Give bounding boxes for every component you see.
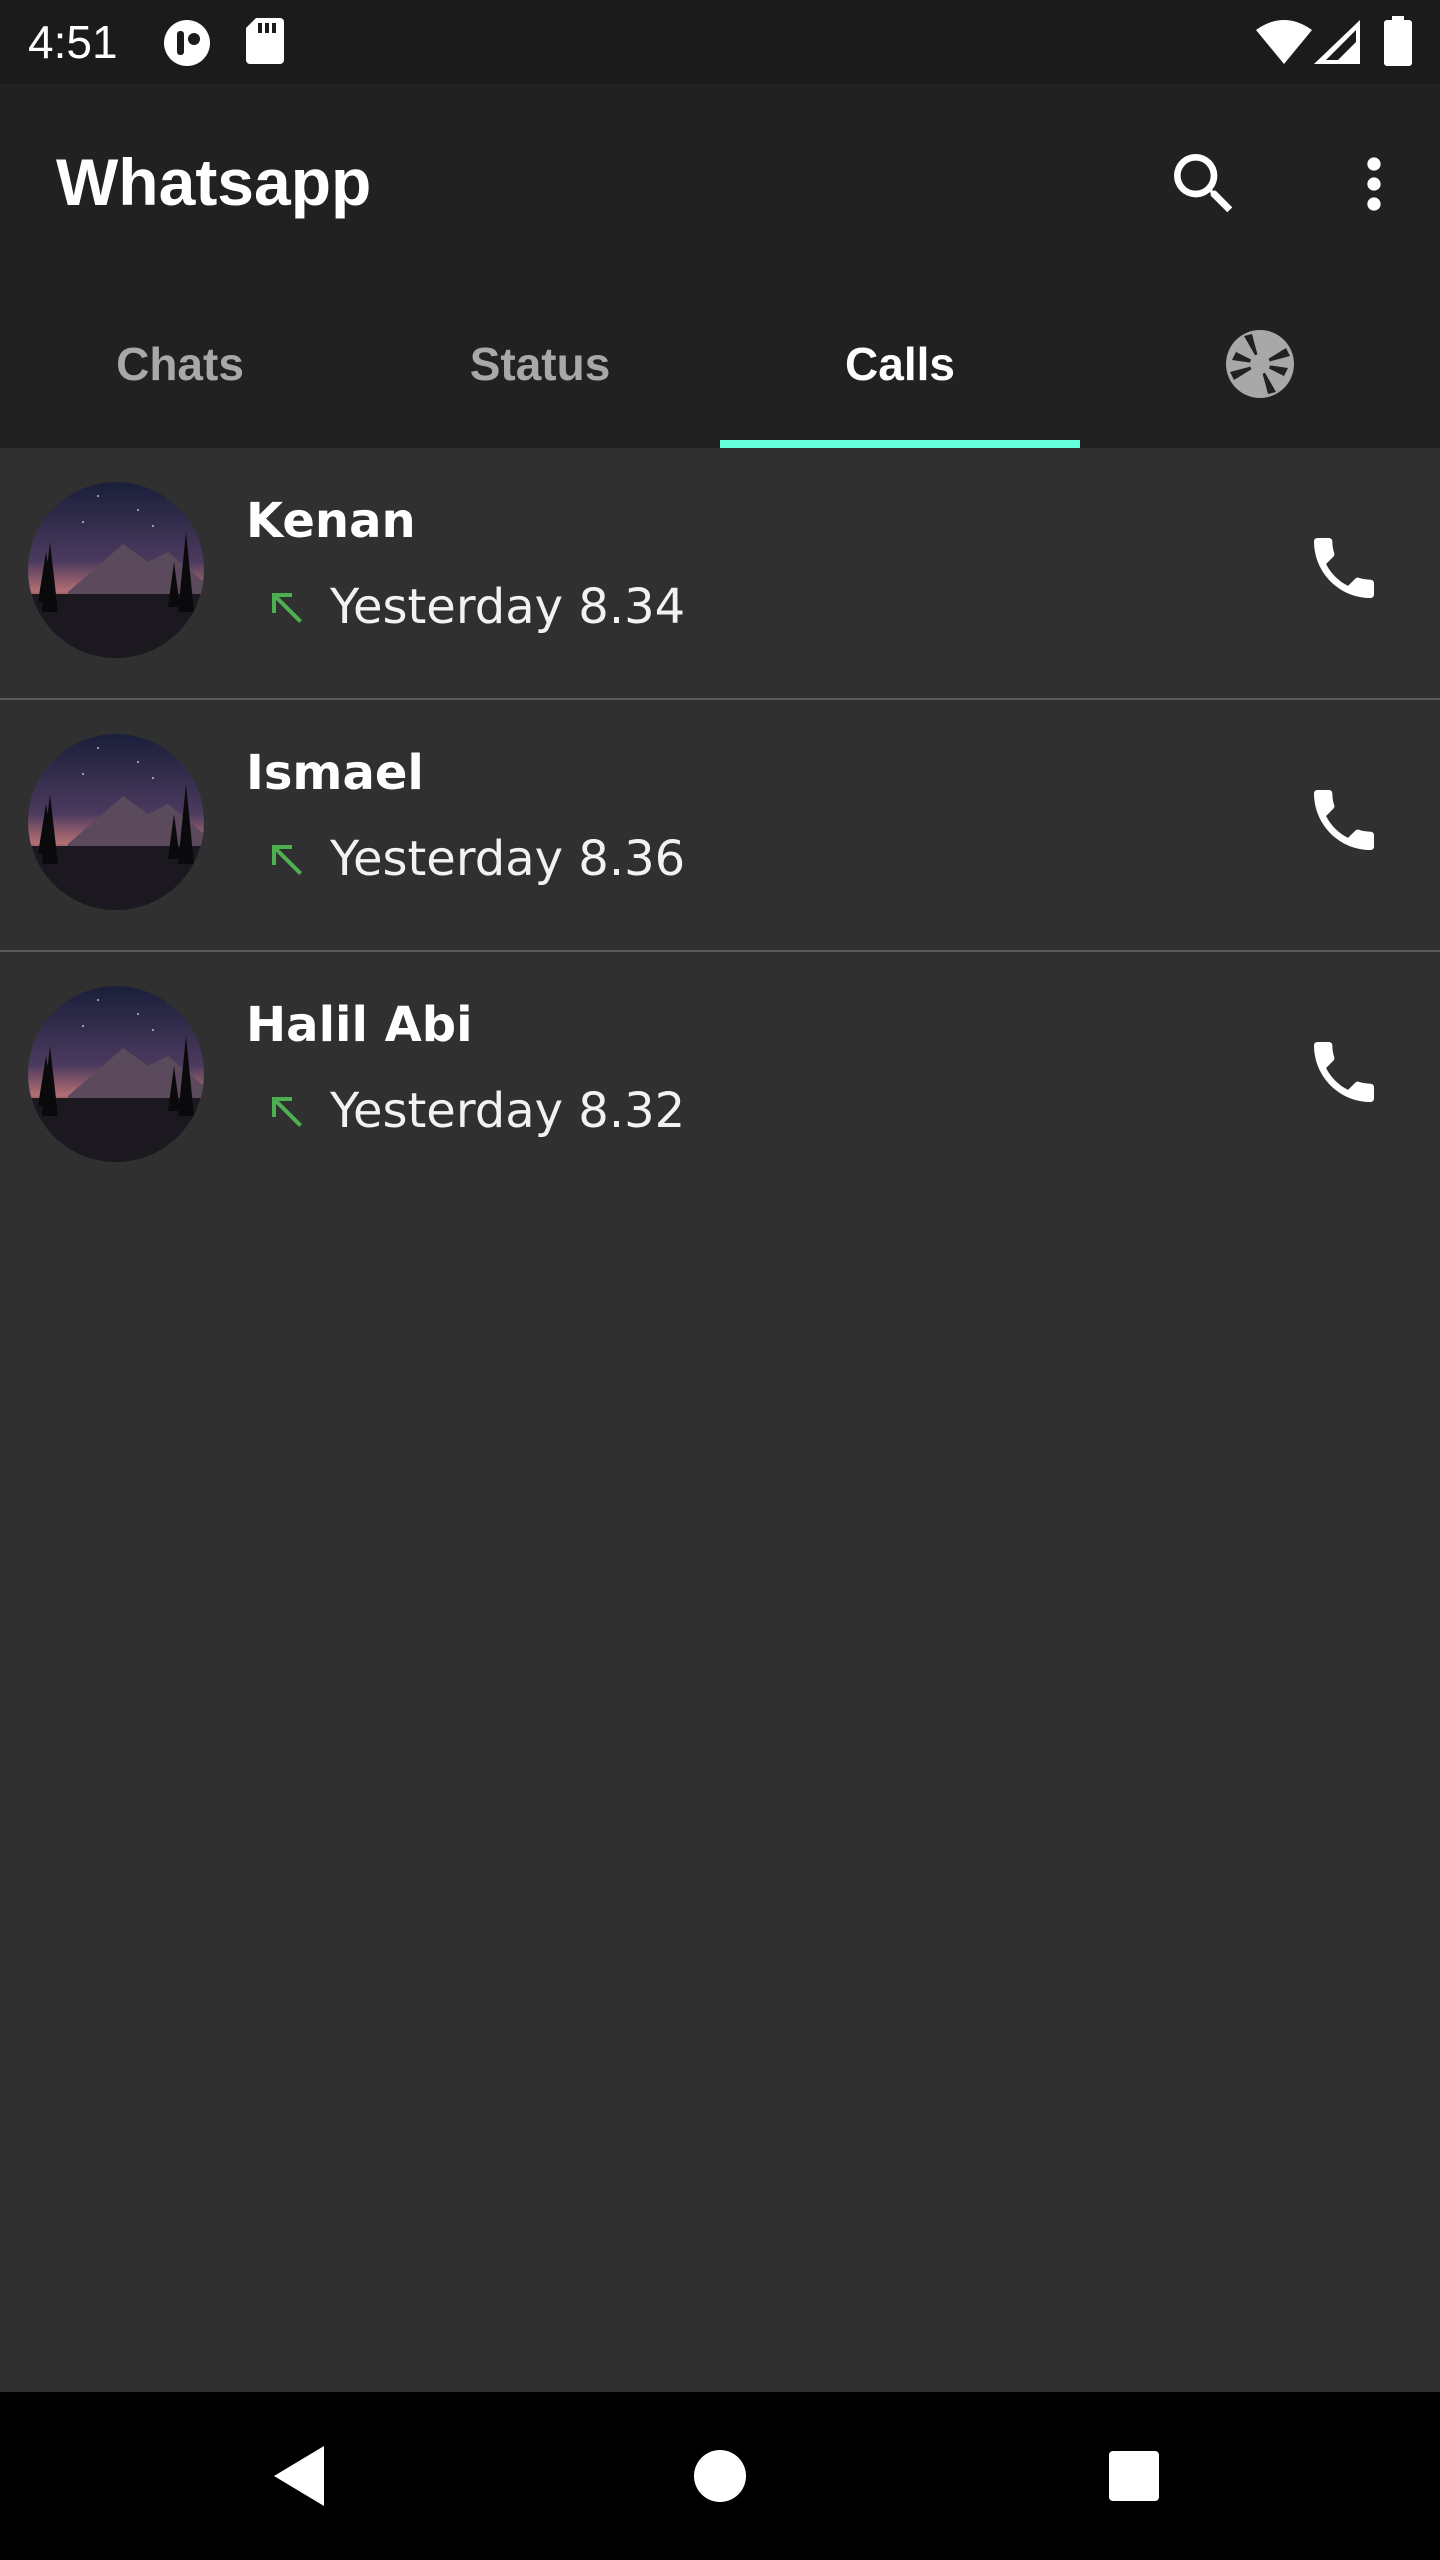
- avatar: [28, 734, 204, 910]
- call-time: Yesterday 8.32: [330, 1083, 686, 1139]
- sd-card-icon: [246, 18, 284, 68]
- call-time: Yesterday 8.36: [330, 831, 686, 887]
- tab-bar: Chats Status Calls: [0, 280, 1440, 448]
- status-bar: 4:51: [0, 0, 1440, 84]
- call-made-icon: [272, 593, 302, 623]
- call-time: Yesterday 8.34: [330, 579, 686, 635]
- search-icon: [1174, 154, 1233, 213]
- contact-name: Kenan: [246, 493, 416, 549]
- app-bar: Whatsapp Chats Status Calls: [0, 84, 1440, 448]
- call-button[interactable]: [1296, 1024, 1392, 1120]
- back-icon: [274, 2446, 324, 2506]
- call-made-icon: [272, 1097, 302, 1127]
- call-list-item[interactable]: Kenan Yesterday 8.34: [0, 448, 1440, 700]
- search-button[interactable]: [1156, 136, 1252, 232]
- notification-app-icon: [162, 18, 212, 72]
- call-list: Kenan Yesterday 8.34 Ismael Yesterday 8.…: [0, 448, 1440, 1204]
- avatar: [28, 482, 204, 658]
- home-icon: [694, 2450, 746, 2502]
- call-list-item[interactable]: Ismael Yesterday 8.36: [0, 700, 1440, 952]
- more-options-button[interactable]: [1326, 136, 1422, 232]
- call-meta: Yesterday 8.36: [262, 828, 685, 890]
- app-title: Whatsapp: [56, 145, 372, 219]
- recents-icon: [1109, 2451, 1159, 2501]
- call-list-item[interactable]: Halil Abi Yesterday 8.32: [0, 952, 1440, 1204]
- home-button[interactable]: [672, 2428, 768, 2524]
- avatar: [28, 986, 204, 1162]
- signal-icon: [1314, 20, 1360, 68]
- call-button[interactable]: [1296, 520, 1392, 616]
- wifi-icon: [1256, 20, 1312, 68]
- call-meta: Yesterday 8.34: [262, 576, 685, 638]
- tab-status[interactable]: Status: [360, 280, 720, 448]
- recents-button[interactable]: [1086, 2428, 1182, 2524]
- more-vert-icon: [1367, 157, 1381, 211]
- back-button[interactable]: [252, 2428, 348, 2524]
- contact-name: Halil Abi: [246, 997, 473, 1053]
- tab-chats[interactable]: Chats: [0, 280, 360, 448]
- tab-calls[interactable]: Calls: [720, 280, 1080, 448]
- call-button[interactable]: [1296, 772, 1392, 868]
- tab-camera[interactable]: [1080, 280, 1440, 448]
- status-time: 4:51: [28, 16, 118, 68]
- phone-icon: [1314, 538, 1374, 598]
- phone-icon: [1314, 790, 1374, 850]
- battery-icon: [1384, 16, 1412, 70]
- camera-icon: [1226, 330, 1294, 398]
- call-meta: Yesterday 8.32: [262, 1080, 685, 1142]
- call-made-icon: [272, 845, 302, 875]
- navigation-bar: [0, 2392, 1440, 2560]
- contact-name: Ismael: [246, 745, 424, 801]
- phone-icon: [1314, 1042, 1374, 1102]
